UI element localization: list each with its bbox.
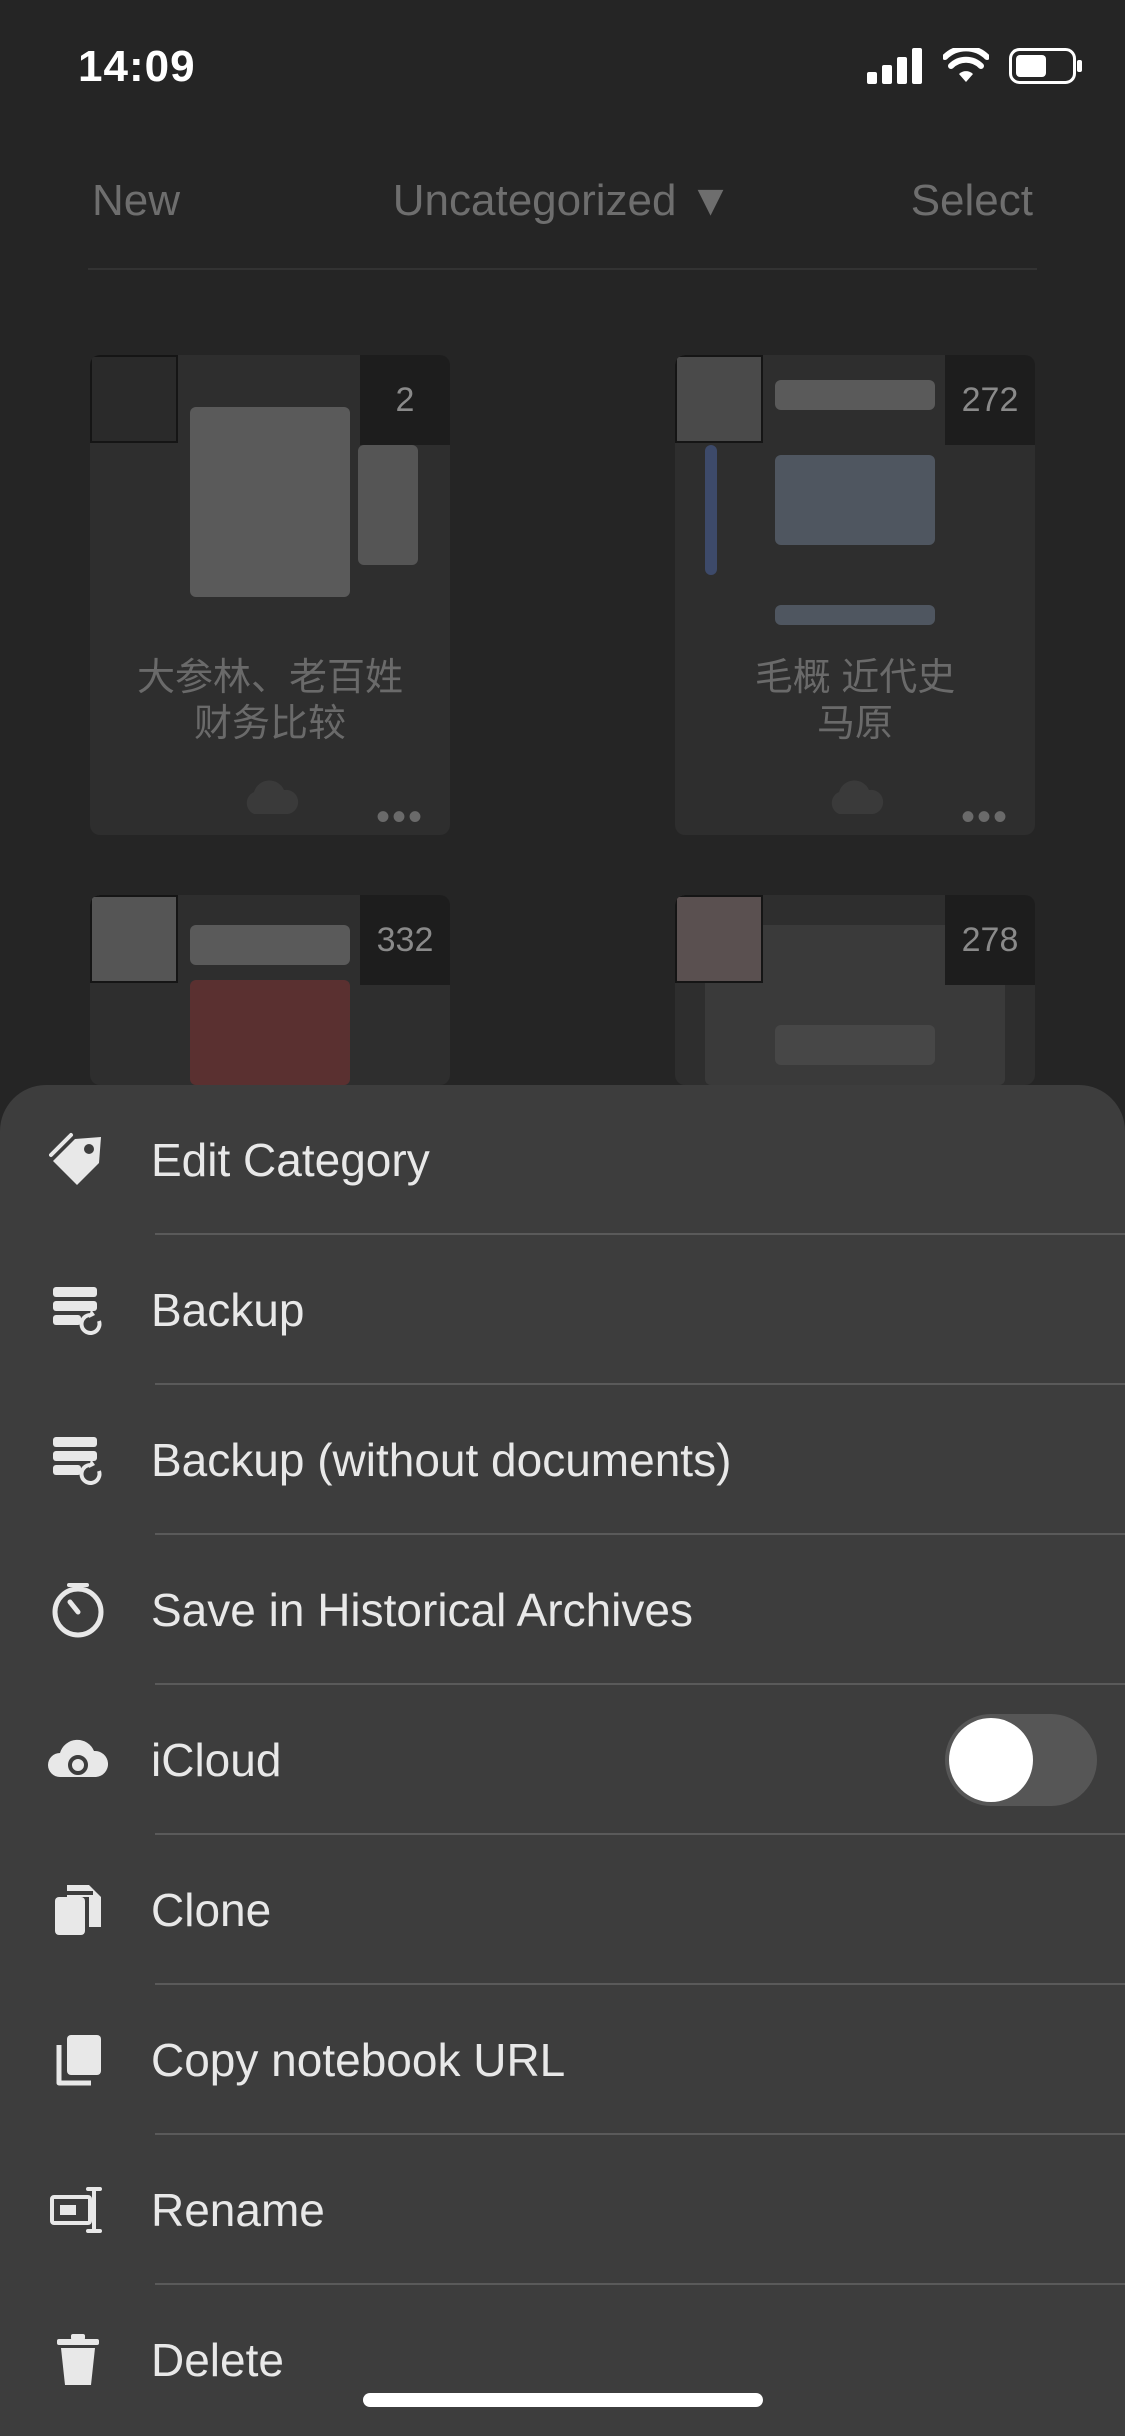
action-sheet: Edit Category Backup Backup (without doc… [0, 1085, 1125, 2436]
page-count-badge: 332 [360, 895, 450, 985]
backup-icon [48, 1430, 108, 1490]
select-button[interactable]: Select [911, 176, 1033, 226]
notebook-thumbnail [675, 355, 763, 443]
cellular-signal-icon [867, 48, 923, 89]
status-time: 14:09 [78, 42, 196, 91]
cloud-icon [825, 780, 885, 821]
notebook-title: 大参林、老百姓 财务比较 [136, 657, 403, 745]
edit-category-item[interactable]: Edit Category [0, 1085, 1125, 1235]
notebook-card[interactable]: 272 毛概 近代史 马原 ••• [675, 355, 1035, 835]
copy-notebook-url-item[interactable]: Copy notebook URL [0, 1985, 1125, 2135]
notebook-title: 毛概 近代史 马原 [754, 657, 956, 745]
more-options-icon[interactable]: ••• [961, 795, 1009, 835]
page-count-badge: 272 [945, 355, 1035, 445]
page-count-badge: 278 [945, 895, 1035, 985]
page-preview [775, 455, 935, 545]
nav-bar: New Uncategorized ▼ Select [0, 160, 1125, 270]
toggle-knob [949, 1718, 1033, 1802]
notebook-thumbnail [90, 895, 178, 983]
menu-label: Rename [151, 2184, 325, 2236]
menu-label: Delete [151, 2334, 284, 2386]
page-count-badge: 2 [360, 355, 450, 445]
page-preview [190, 980, 350, 1085]
page-preview [190, 407, 350, 597]
menu-label: Copy notebook URL [151, 2034, 566, 2086]
more-options-icon[interactable]: ••• [376, 795, 424, 835]
menu-label: Backup (without documents) [151, 1434, 732, 1486]
backup-without-documents-item[interactable]: Backup (without documents) [0, 1385, 1125, 1535]
status-bar: 14:09 [0, 0, 1125, 135]
rename-icon [48, 2180, 108, 2240]
delete-item[interactable]: Delete [0, 2285, 1125, 2435]
menu-label: Backup [151, 1284, 305, 1336]
menu-label: Clone [151, 1884, 272, 1936]
cloud-sync-icon [48, 1730, 108, 1790]
menu-label: Edit Category [151, 1134, 430, 1186]
copy-icon [48, 2030, 108, 2090]
notebook-thumbnail [90, 355, 178, 443]
page-preview [775, 380, 935, 410]
page-preview [190, 925, 350, 965]
clock-icon [48, 1580, 108, 1640]
clone-icon [48, 1880, 108, 1940]
trash-icon [48, 2330, 108, 2390]
menu-label: Save in Historical Archives [151, 1584, 693, 1636]
home-indicator[interactable] [363, 2393, 763, 2407]
cloud-icon [240, 780, 300, 821]
nav-divider [88, 268, 1037, 270]
menu-label: iCloud [151, 1734, 282, 1786]
wifi-icon [942, 45, 990, 89]
clone-item[interactable]: Clone [0, 1835, 1125, 1985]
backup-item[interactable]: Backup [0, 1235, 1125, 1385]
icloud-toggle[interactable] [945, 1714, 1097, 1806]
page-preview [358, 445, 418, 565]
notebook-thumbnail [675, 895, 763, 983]
page-preview [705, 445, 717, 575]
notebook-card[interactable]: 2 大参林、老百姓 财务比较 ••• [90, 355, 450, 835]
page-preview [775, 605, 935, 625]
status-icons [867, 45, 1083, 89]
icloud-item[interactable]: iCloud [0, 1685, 1125, 1835]
rename-item[interactable]: Rename [0, 2135, 1125, 2285]
notebook-card[interactable]: 332 [90, 895, 450, 1085]
battery-icon [1009, 48, 1083, 89]
tag-icon [48, 1130, 108, 1190]
notebook-card[interactable]: 278 [675, 895, 1035, 1085]
save-historical-archives-item[interactable]: Save in Historical Archives [0, 1535, 1125, 1685]
backup-icon [48, 1280, 108, 1340]
page-preview [775, 1025, 935, 1065]
